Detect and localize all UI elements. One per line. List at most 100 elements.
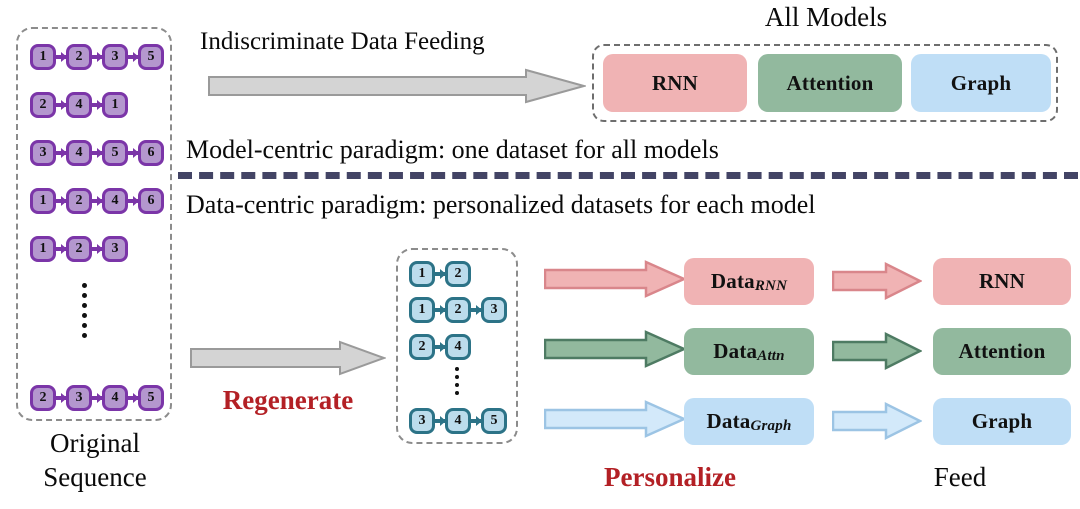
model-box-rnn: RNN — [933, 258, 1071, 305]
sequence-link-arrow — [435, 272, 445, 276]
sequence-row: 1 2 3 5 — [30, 44, 164, 70]
sequence-row: 1 2 3 — [30, 236, 160, 262]
sequence-row: 2 3 4 5 — [30, 385, 164, 411]
personalize-arrow-rnn-icon — [544, 259, 686, 299]
model-centric-paradigm-text: Model-centric paradigm: one dataset for … — [186, 135, 719, 164]
sequence-link-arrow — [128, 151, 138, 155]
sequence-node: 4 — [445, 408, 471, 434]
sequence-node: 5 — [138, 385, 164, 411]
model-box-graph: Graph — [933, 398, 1071, 445]
sequence-node: 2 — [30, 385, 56, 411]
sequence-node: 5 — [481, 408, 507, 434]
data-box-label: Data — [713, 339, 758, 363]
original-sequence-ellipsis — [78, 283, 90, 338]
data-box-subscript: RNN — [754, 278, 788, 294]
sequence-node: 2 — [445, 297, 471, 323]
sequence-link-arrow — [56, 55, 66, 59]
data-box-label: Data — [710, 269, 755, 293]
sequence-node: 1 — [102, 92, 128, 118]
sequence-link-arrow — [92, 396, 102, 400]
sequence-node: 2 — [445, 261, 471, 287]
data-centric-paradigm-text: Data-centric paradigm: personalized data… — [186, 190, 816, 219]
sequence-node: 2 — [66, 44, 92, 70]
original-sequence-caption-line2: Sequence — [43, 462, 147, 492]
sequence-node: 3 — [481, 297, 507, 323]
sequence-node: 6 — [138, 188, 164, 214]
regenerated-sequence-row: 2 4 — [409, 334, 471, 360]
sequence-link-arrow — [56, 396, 66, 400]
sequence-link-arrow — [56, 199, 66, 203]
sequence-node: 2 — [409, 334, 435, 360]
all-models-item-rnn: RNN — [603, 54, 747, 112]
sequence-node: 5 — [138, 44, 164, 70]
sequence-node: 4 — [66, 140, 92, 166]
data-box-graph: Data Graph — [684, 398, 814, 445]
sequence-node: 2 — [66, 188, 92, 214]
figure-canvas: 1 2 3 5 2 4 1 3 4 5 6 1 2 4 6 1 2 3 2 3 … — [0, 0, 1080, 509]
all-models-title: All Models — [764, 2, 888, 32]
sequence-node: 1 — [409, 297, 435, 323]
sequence-link-arrow — [92, 55, 102, 59]
sequence-node: 3 — [102, 44, 128, 70]
sequence-link-arrow — [92, 151, 102, 155]
sequence-node: 4 — [66, 92, 92, 118]
personalize-arrow-attention-icon — [544, 329, 686, 369]
sequence-row: 1 2 4 6 — [30, 188, 164, 214]
original-sequence-rows: 1 2 3 5 2 4 1 3 4 5 6 1 2 4 6 1 2 3 — [30, 44, 164, 262]
sequence-link-arrow — [435, 345, 445, 349]
regenerated-sequence-row: 1 2 3 — [409, 297, 507, 323]
feed-label: Feed — [933, 462, 987, 492]
sequence-link-arrow — [92, 199, 102, 203]
all-models-item-attention: Attention — [758, 54, 902, 112]
feed-arrow-attention-icon — [832, 331, 922, 371]
sequence-node: 4 — [102, 188, 128, 214]
all-models-item-graph: Graph — [911, 54, 1051, 112]
data-box-label: Data — [706, 409, 751, 433]
sequence-link-arrow — [471, 308, 481, 312]
sequence-row: 2 4 1 — [30, 92, 160, 118]
sequence-link-arrow — [56, 151, 66, 155]
sequence-link-arrow — [128, 55, 138, 59]
sequence-node: 4 — [102, 385, 128, 411]
sequence-link-arrow — [128, 199, 138, 203]
personalize-arrow-graph-icon — [544, 399, 686, 439]
sequence-node: 1 — [30, 44, 56, 70]
regenerate-label: Regenerate — [222, 385, 354, 415]
regenerated-sequence-row: 1 2 — [409, 261, 471, 287]
indiscriminate-feed-arrow-icon — [208, 68, 586, 104]
sequence-node: 2 — [30, 92, 56, 118]
feed-arrow-rnn-icon — [832, 261, 922, 301]
feed-arrow-graph-icon — [832, 401, 922, 441]
sequence-link-arrow — [128, 396, 138, 400]
sequence-link-arrow — [56, 103, 66, 107]
sequence-node: 1 — [30, 188, 56, 214]
sequence-node: 6 — [138, 140, 164, 166]
paradigm-divider — [178, 172, 1078, 179]
sequence-link-arrow — [56, 247, 66, 251]
data-box-subscript: Graph — [750, 418, 792, 434]
sequence-node: 1 — [30, 236, 56, 262]
sequence-node: 2 — [66, 236, 92, 262]
regenerated-sequence-row: 3 4 5 — [409, 408, 507, 434]
sequence-link-arrow — [435, 308, 445, 312]
sequence-node: 3 — [409, 408, 435, 434]
sequence-node: 3 — [66, 385, 92, 411]
data-box-rnn: Data RNN — [684, 258, 814, 305]
sequence-link-arrow — [92, 103, 102, 107]
regenerated-sequence-ellipsis — [452, 367, 462, 395]
personalize-label: Personalize — [604, 462, 736, 492]
model-box-attention: Attention — [933, 328, 1071, 375]
sequence-node: 4 — [445, 334, 471, 360]
sequence-node: 5 — [102, 140, 128, 166]
regenerate-arrow-icon — [190, 340, 386, 376]
sequence-row: 3 4 5 6 — [30, 140, 164, 166]
sequence-node: 1 — [409, 261, 435, 287]
sequence-link-arrow — [92, 247, 102, 251]
sequence-node: 3 — [30, 140, 56, 166]
data-box-attention: Data Attn — [684, 328, 814, 375]
indiscriminate-data-feeding-label: Indiscriminate Data Feeding — [200, 28, 485, 55]
original-sequence-caption-line1: Original — [50, 428, 140, 458]
sequence-node: 3 — [102, 236, 128, 262]
data-box-subscript: Attn — [757, 348, 785, 364]
sequence-link-arrow — [471, 419, 481, 423]
